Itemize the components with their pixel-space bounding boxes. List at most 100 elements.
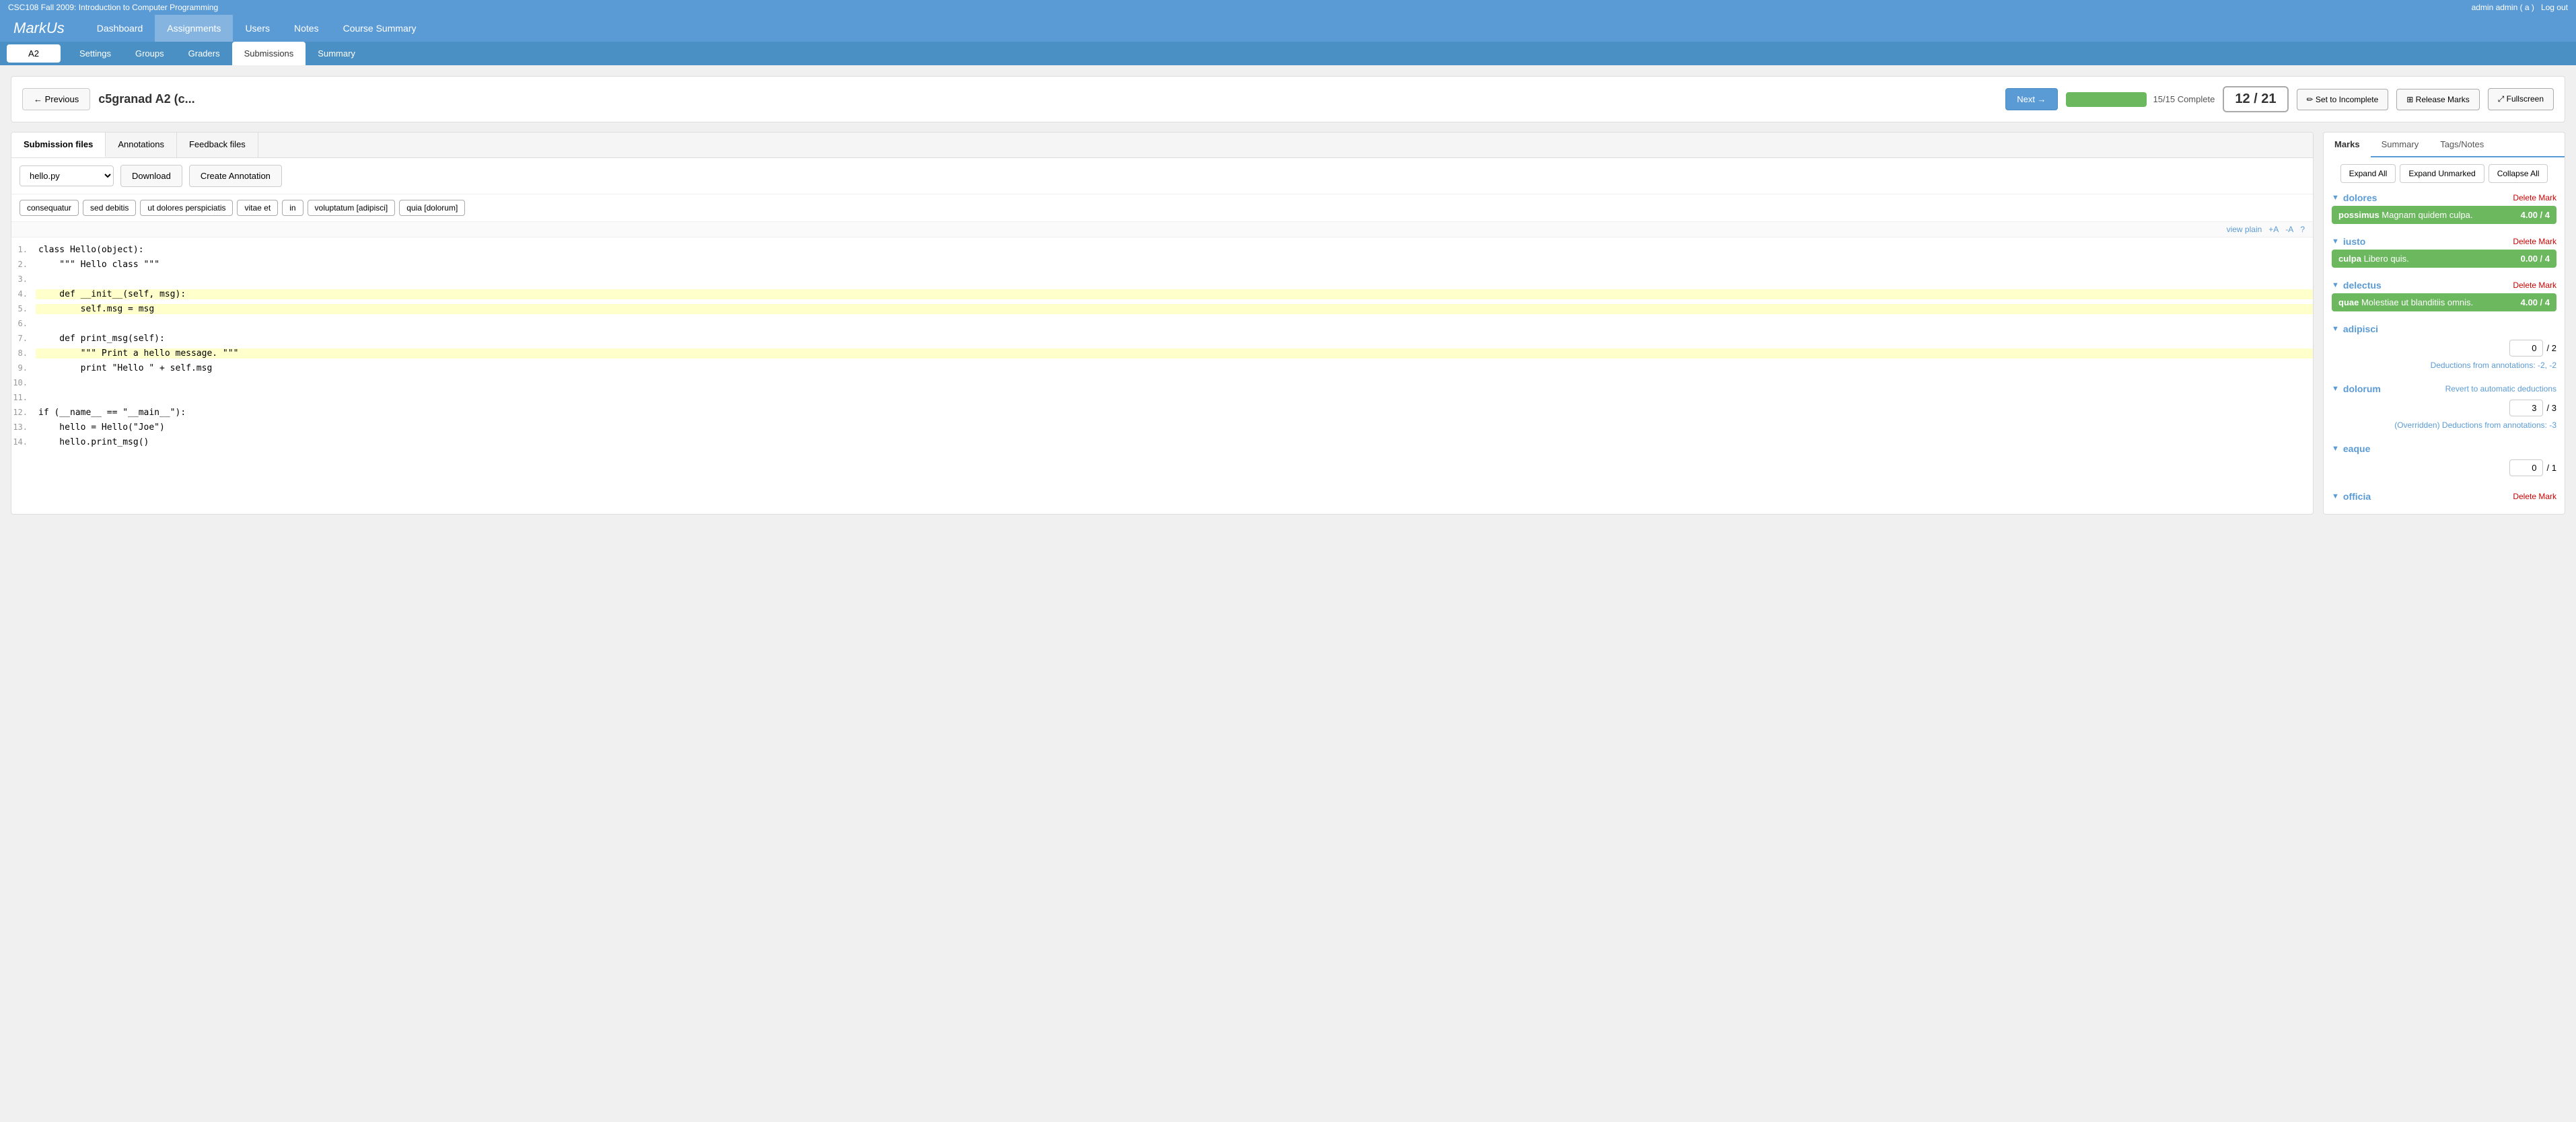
delete-mark-button-dolores[interactable]: Delete Mark [2513,193,2556,202]
assignment-input[interactable] [7,44,61,63]
nav-item-course-summary[interactable]: Course Summary [331,15,429,42]
chevron-icon: ▼ [2332,385,2339,393]
line-content: hello = Hello("Joe") [36,422,2313,433]
expand-all-button[interactable]: Expand All [2340,164,2396,183]
tag-0[interactable]: consequatur [20,200,79,216]
code-line: 6. [11,318,2313,333]
delete-mark-button-officia[interactable]: Delete Mark [2513,492,2556,501]
mark-max-adipisci: / 2 [2547,343,2556,353]
set-incomplete-button[interactable]: ✏ Set to Incomplete [2297,89,2389,110]
mark-item-label: possimus Magnam quidem culpa. [2338,210,2472,220]
mark-section-title-officia[interactable]: ▼officia [2332,491,2371,502]
mark-section-title-adipisci[interactable]: ▼adipisci [2332,324,2378,334]
font-increase-link[interactable]: +A [2268,225,2279,234]
mark-section-header-delectus: ▼delectus Delete Mark [2332,277,2556,293]
course-title: CSC108 Fall 2009: Introduction to Comput… [8,3,218,12]
mark-section-title-dolorum[interactable]: ▼dolorum [2332,383,2381,394]
student-name: c5granad A2 (c... [98,92,1997,106]
nav-item-users[interactable]: Users [233,15,282,42]
line-number: 1. [11,245,36,254]
sub-nav-summary[interactable]: Summary [306,42,367,65]
nav-item-assignments[interactable]: Assignments [155,15,233,42]
mark-section-delectus: ▼delectus Delete Mark quae Molestiae ut bl… [2332,277,2556,311]
tab-feedback-files[interactable]: Feedback files [177,133,258,157]
chevron-icon: ▼ [2332,281,2339,289]
right-tab-summary[interactable]: Summary [2371,133,2430,156]
line-content: print "Hello " + self.msg [36,363,2313,373]
mark-section-header-dolorum: ▼dolorum Revert to automatic deductions [2332,381,2556,397]
section-title-text: dolores [2343,192,2377,203]
view-plain-link[interactable]: view plain [2227,225,2262,234]
nav-item-notes[interactable]: Notes [282,15,331,42]
progress-text: 15/15 Complete [2153,94,2215,104]
tag-3[interactable]: vitae et [237,200,278,216]
delete-mark-button-iusto[interactable]: Delete Mark [2513,237,2556,246]
section-title-text: iusto [2343,236,2365,247]
next-button[interactable]: Next → [2005,88,2057,110]
line-number: 6. [11,319,36,328]
nav-item-dashboard[interactable]: Dashboard [85,15,155,42]
download-button[interactable]: Download [120,165,182,187]
top-bar: CSC108 Fall 2009: Introduction to Comput… [0,0,2576,15]
mark-section-title-iusto[interactable]: ▼iusto [2332,236,2365,247]
logo[interactable]: MarkUs [7,15,71,41]
tag-4[interactable]: in [282,200,303,216]
help-link[interactable]: ? [2300,225,2305,234]
collapse-all-button[interactable]: Collapse All [2489,164,2548,183]
code-line: 9. print "Hello " + self.msg [11,363,2313,377]
sub-nav: Settings Groups Graders Submissions Summ… [0,42,2576,65]
tag-1[interactable]: sed debitis [83,200,136,216]
mark-input-eaque[interactable] [2509,459,2543,476]
tag-2[interactable]: ut dolores perspiciatis [140,200,233,216]
code-controls: view plain +A -A ? [11,222,2313,237]
tab-annotations[interactable]: Annotations [106,133,177,157]
revert-link-dolorum[interactable]: Revert to automatic deductions [2445,384,2556,394]
expand-unmarked-button[interactable]: Expand Unmarked [2400,164,2484,183]
sub-nav-graders[interactable]: Graders [176,42,232,65]
tab-submission-files[interactable]: Submission files [11,133,106,157]
mark-section-title-eaque[interactable]: ▼eaque [2332,443,2370,454]
code-line: 13. hello = Hello("Joe") [11,422,2313,437]
line-number: 14. [11,437,36,447]
admin-info: admin admin ( a ) Log out [2472,3,2568,12]
mark-section-eaque: ▼eaque / 1 [2332,441,2556,479]
right-tab-marks[interactable]: Marks [2324,133,2371,157]
content-area: Submission files Annotations Feedback fi… [11,132,2565,515]
fullscreen-button[interactable]: ⤢ Fullscreen [2488,88,2554,110]
tag-5[interactable]: voluptatum [adipisci] [308,200,396,216]
right-tab-tags-notes[interactable]: Tags/Notes [2429,133,2495,156]
mark-max-dolorum: / 3 [2547,403,2556,413]
tag-6[interactable]: quia [dolorum] [399,200,465,216]
line-content: def __init__(self, msg): [36,289,2313,299]
mark-item-label: quae Molestiae ut blanditiis omnis. [2338,297,2473,307]
font-decrease-link[interactable]: -A [2285,225,2293,234]
mark-section-adipisci: ▼adipisci / 2 Deductions from annotations:… [2332,321,2556,371]
code-line: 3. [11,274,2313,289]
line-content: if (__name__ == "__main__"): [36,408,2313,418]
sub-nav-submissions[interactable]: Submissions [232,42,306,65]
previous-button[interactable]: ← Previous [22,88,90,110]
mark-input-adipisci[interactable] [2509,340,2543,357]
line-content: """ Hello class """ [36,260,2313,270]
mark-section-title-dolores[interactable]: ▼dolores [2332,192,2377,203]
logout-link[interactable]: Log out [2541,3,2568,12]
line-content: def print_msg(self): [36,334,2313,344]
mark-section-title-delectus[interactable]: ▼delectus [2332,280,2382,291]
mark-input-dolorum[interactable] [2509,400,2543,416]
line-number: 13. [11,422,36,432]
main-nav: MarkUs Dashboard Assignments Users Notes… [0,15,2576,42]
line-number: 5. [11,304,36,313]
delete-mark-button-delectus[interactable]: Delete Mark [2513,280,2556,290]
marks-list: ▼doloresDelete Markpossimus Magnam quide… [2324,190,2565,514]
right-tabs: Marks Summary Tags/Notes [2324,133,2565,157]
mark-item-label: culpa Libero quis. [2338,254,2409,264]
sub-nav-settings[interactable]: Settings [67,42,123,65]
release-marks-button[interactable]: ⊞ Release Marks [2396,89,2479,110]
mark-max-eaque: / 1 [2547,463,2556,473]
sub-nav-groups[interactable]: Groups [123,42,176,65]
mark-input-row-dolorum: / 3 [2332,397,2556,419]
deduction-text-adipisci: Deductions from annotations: -2, -2 [2332,359,2556,371]
mark-section-header-iusto: ▼iusto Delete Mark [2332,233,2556,250]
create-annotation-button[interactable]: Create Annotation [189,165,282,187]
file-selector[interactable]: hello.py [20,165,114,186]
